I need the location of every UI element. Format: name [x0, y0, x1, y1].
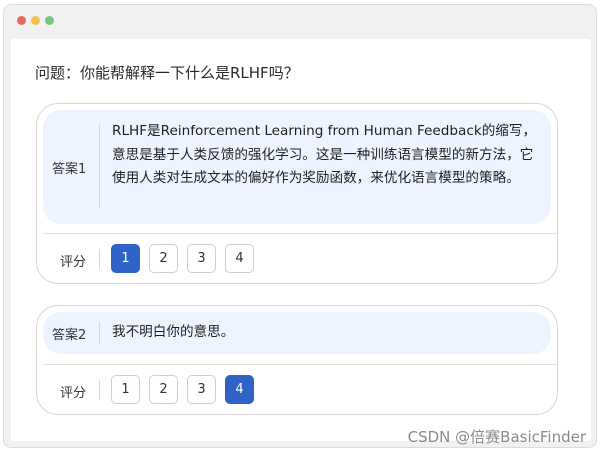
- score-button-3[interactable]: 3: [187, 375, 216, 404]
- score-button-4[interactable]: 4: [225, 244, 254, 273]
- answer-divider: [99, 322, 100, 344]
- score-button-3[interactable]: 3: [187, 244, 216, 273]
- answer-divider: [99, 124, 100, 208]
- answer-label: 答案1: [52, 162, 87, 177]
- close-window-icon[interactable]: [17, 16, 26, 25]
- watermark: CSDN @倍赛BasicFinder: [407, 428, 586, 446]
- rating-label: 评分: [60, 255, 87, 270]
- answer-card-1: 答案1 RLHF是Reinforcement Learning from Hum…: [36, 103, 558, 284]
- answer-label: 答案2: [52, 328, 87, 343]
- minimize-window-icon[interactable]: [31, 16, 40, 25]
- score-button-2[interactable]: 2: [149, 244, 178, 273]
- maximize-window-icon[interactable]: [45, 16, 54, 25]
- answer-panel: 答案2 我不明白你的意思。: [43, 312, 551, 354]
- score-button-1[interactable]: 1: [111, 375, 140, 404]
- score-button-4[interactable]: 4: [225, 375, 254, 404]
- score-button-1[interactable]: 1: [111, 244, 140, 273]
- app-window: 问题：你能帮解释一下什么是RLHF吗？ 答案1 RLHF是Reinforceme…: [3, 4, 597, 448]
- card-divider: [43, 233, 557, 234]
- rating-divider: [99, 249, 100, 269]
- title-bar: [4, 5, 596, 38]
- answer-text: 我不明白你的意思。: [112, 324, 235, 340]
- card-divider: [43, 364, 557, 365]
- main-content: 问题：你能帮解释一下什么是RLHF吗？ 答案1 RLHF是Reinforceme…: [11, 39, 591, 441]
- question-text: 问题：你能帮解释一下什么是RLHF吗？: [35, 64, 299, 82]
- rating-divider: [99, 380, 100, 400]
- answer-card-2: 答案2 我不明白你的意思。 评分 1 2 3 4: [36, 305, 558, 415]
- rating-label: 评分: [60, 386, 87, 401]
- answer-panel: 答案1 RLHF是Reinforcement Learning from Hum…: [43, 110, 551, 224]
- score-button-2[interactable]: 2: [149, 375, 178, 404]
- answer-text: RLHF是Reinforcement Learning from Human F…: [112, 123, 537, 186]
